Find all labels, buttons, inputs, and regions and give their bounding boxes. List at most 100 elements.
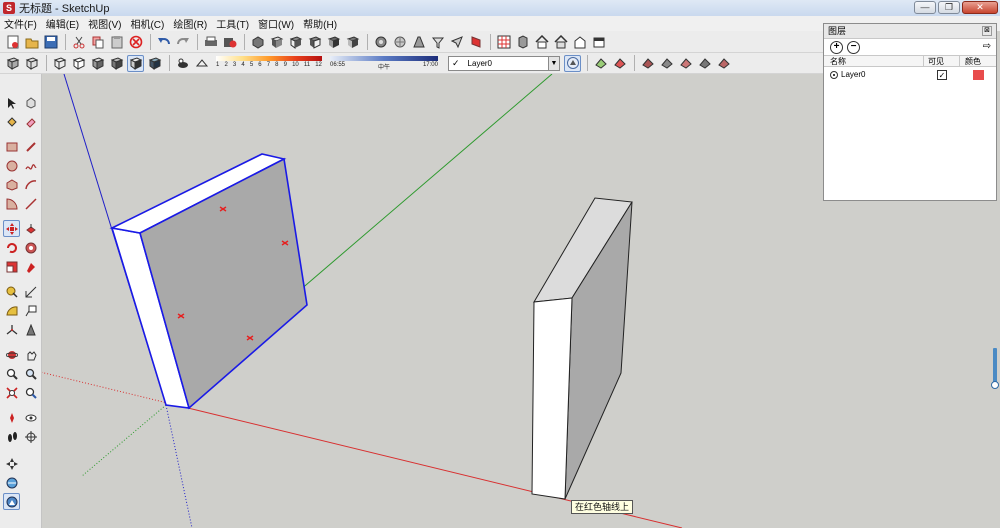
share-model-icon[interactable]	[552, 33, 569, 50]
table-row[interactable]: Layer0 ✓	[824, 67, 996, 82]
copy-icon[interactable]	[89, 33, 106, 50]
print-icon[interactable]	[202, 33, 219, 50]
styles-icon[interactable]	[410, 33, 427, 50]
restore-button[interactable]: ❐	[938, 1, 960, 14]
arc-icon[interactable]	[22, 176, 39, 193]
pie-icon[interactable]	[3, 195, 20, 212]
photo-textures-icon[interactable]	[3, 493, 20, 510]
remove-layer-icon[interactable]: −	[847, 40, 860, 54]
shadow-settings-icon[interactable]	[174, 55, 191, 72]
zoom-window-icon[interactable]	[22, 365, 39, 382]
scenes-icon[interactable]	[429, 33, 446, 50]
new-file-icon[interactable]	[4, 33, 21, 50]
menu-view[interactable]: 视图(V)	[88, 16, 121, 31]
stamp-icon[interactable]	[658, 55, 675, 72]
shadow-time-slider[interactable]: 06:55 中午 17:00	[330, 55, 438, 71]
move-icon[interactable]	[3, 220, 20, 237]
fog-icon[interactable]	[193, 55, 210, 72]
left-view-icon[interactable]	[344, 33, 361, 50]
text-icon[interactable]	[22, 302, 39, 319]
component-icon[interactable]	[372, 33, 389, 50]
shaded-icon[interactable]	[89, 55, 106, 72]
back-view-icon[interactable]	[325, 33, 342, 50]
menu-edit[interactable]: 编辑(E)	[46, 16, 79, 31]
minimize-button[interactable]: —	[914, 1, 936, 14]
save-icon[interactable]	[42, 33, 59, 50]
rectangle-icon[interactable]	[3, 138, 20, 155]
visible-checkbox[interactable]: ✓	[937, 69, 947, 80]
smoove-icon[interactable]	[639, 55, 656, 72]
zoom-icon[interactable]	[3, 365, 20, 382]
menu-tools[interactable]: 工具(T)	[216, 16, 249, 31]
model-info-icon[interactable]	[221, 33, 238, 50]
erase-icon[interactable]	[127, 33, 144, 50]
select-arrow-icon[interactable]	[3, 94, 20, 111]
previous-view-icon[interactable]	[22, 384, 39, 401]
two-point-arc-icon[interactable]	[22, 195, 39, 212]
extension-icon[interactable]	[590, 33, 607, 50]
3d-text-icon[interactable]	[22, 321, 39, 338]
sandbox-from-scratch-icon[interactable]	[611, 55, 628, 72]
menu-camera[interactable]: 相机(C)	[130, 16, 164, 31]
right-wall[interactable]	[531, 197, 633, 500]
layer-manager-icon[interactable]	[564, 54, 581, 72]
layer-dropdown[interactable]: ✓ Layer0 ▼	[448, 55, 560, 71]
column-name-header[interactable]: 名称	[824, 56, 924, 66]
geo-location-icon[interactable]	[3, 474, 20, 491]
menu-window[interactable]: 窗口(W)	[258, 16, 294, 31]
hidden-line-icon[interactable]	[70, 55, 87, 72]
look-around-icon[interactable]	[22, 409, 39, 426]
open-folder-icon[interactable]	[23, 33, 40, 50]
zoom-slider[interactable]	[991, 348, 999, 390]
offset-icon[interactable]	[22, 258, 39, 275]
zoom-extents-icon[interactable]	[3, 384, 20, 401]
color-swatch[interactable]	[972, 69, 984, 80]
shaded-textures-icon[interactable]	[108, 55, 125, 72]
redo-icon[interactable]	[174, 33, 191, 50]
close-button[interactable]: ✕	[962, 1, 998, 14]
back-edges-icon[interactable]	[23, 55, 40, 72]
walk-icon[interactable]	[3, 428, 20, 445]
menu-draw[interactable]: 绘图(R)	[173, 16, 207, 31]
protractor-icon[interactable]	[3, 302, 20, 319]
orbit-icon[interactable]	[3, 346, 20, 363]
monochrome-icon[interactable]	[127, 54, 144, 72]
right-view-icon[interactable]	[306, 33, 323, 50]
section-plane-tool-icon[interactable]	[22, 428, 39, 445]
xray-icon[interactable]	[4, 55, 21, 72]
section-plane-icon[interactable]	[467, 33, 484, 50]
add-layer-icon[interactable]: +	[830, 40, 843, 54]
pencil-icon[interactable]	[22, 138, 39, 155]
details-arrow-icon[interactable]: ⇨	[983, 41, 991, 52]
outliner-icon[interactable]	[448, 33, 465, 50]
warehouse-icon[interactable]	[495, 33, 512, 50]
make-component-icon[interactable]	[22, 94, 39, 111]
chevron-down-icon[interactable]: ▼	[548, 56, 559, 70]
sandbox-icon[interactable]	[146, 55, 163, 72]
left-wall[interactable]	[109, 153, 308, 410]
axes-icon[interactable]	[3, 321, 20, 338]
position-camera-icon[interactable]	[3, 409, 20, 426]
push-pull-icon[interactable]	[22, 220, 39, 237]
circle-icon[interactable]	[3, 157, 20, 174]
paint-bucket-icon[interactable]	[3, 113, 20, 130]
dimension-icon[interactable]	[22, 283, 39, 300]
material-icon[interactable]	[391, 33, 408, 50]
drape-icon[interactable]	[677, 55, 694, 72]
scale-icon[interactable]	[3, 258, 20, 275]
follow-me-icon[interactable]	[22, 239, 39, 256]
menu-file[interactable]: 文件(F)	[4, 16, 37, 31]
flip-edge-icon[interactable]	[715, 55, 732, 72]
pan-icon[interactable]	[22, 346, 39, 363]
top-view-icon[interactable]	[268, 33, 285, 50]
sandbox-from-contours-icon[interactable]	[592, 55, 609, 72]
column-color-header[interactable]: 颜色	[960, 56, 996, 66]
undo-icon[interactable]	[155, 33, 172, 50]
tape-measure-icon[interactable]	[3, 283, 20, 300]
eraser-icon[interactable]	[22, 113, 39, 130]
polygon-icon[interactable]	[3, 176, 20, 193]
building-icon[interactable]	[571, 33, 588, 50]
rotate-icon[interactable]	[3, 239, 20, 256]
home-icon[interactable]	[533, 33, 550, 50]
freehand-icon[interactable]	[22, 157, 39, 174]
